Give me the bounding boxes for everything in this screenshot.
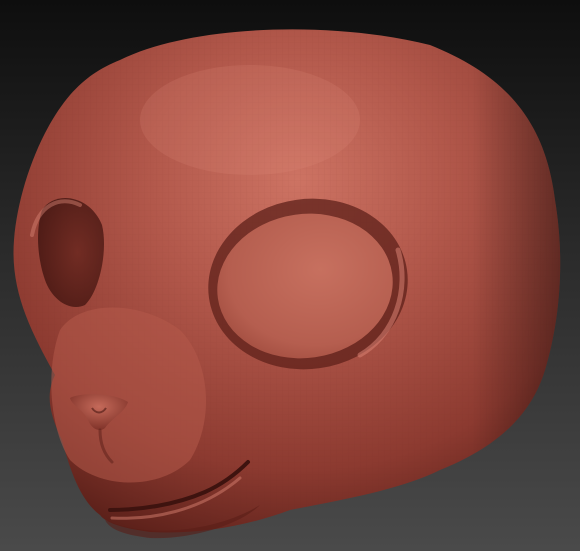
sculpt-render (13, 29, 561, 539)
sculpt-viewport (0, 0, 580, 551)
muzzle (51, 307, 207, 483)
